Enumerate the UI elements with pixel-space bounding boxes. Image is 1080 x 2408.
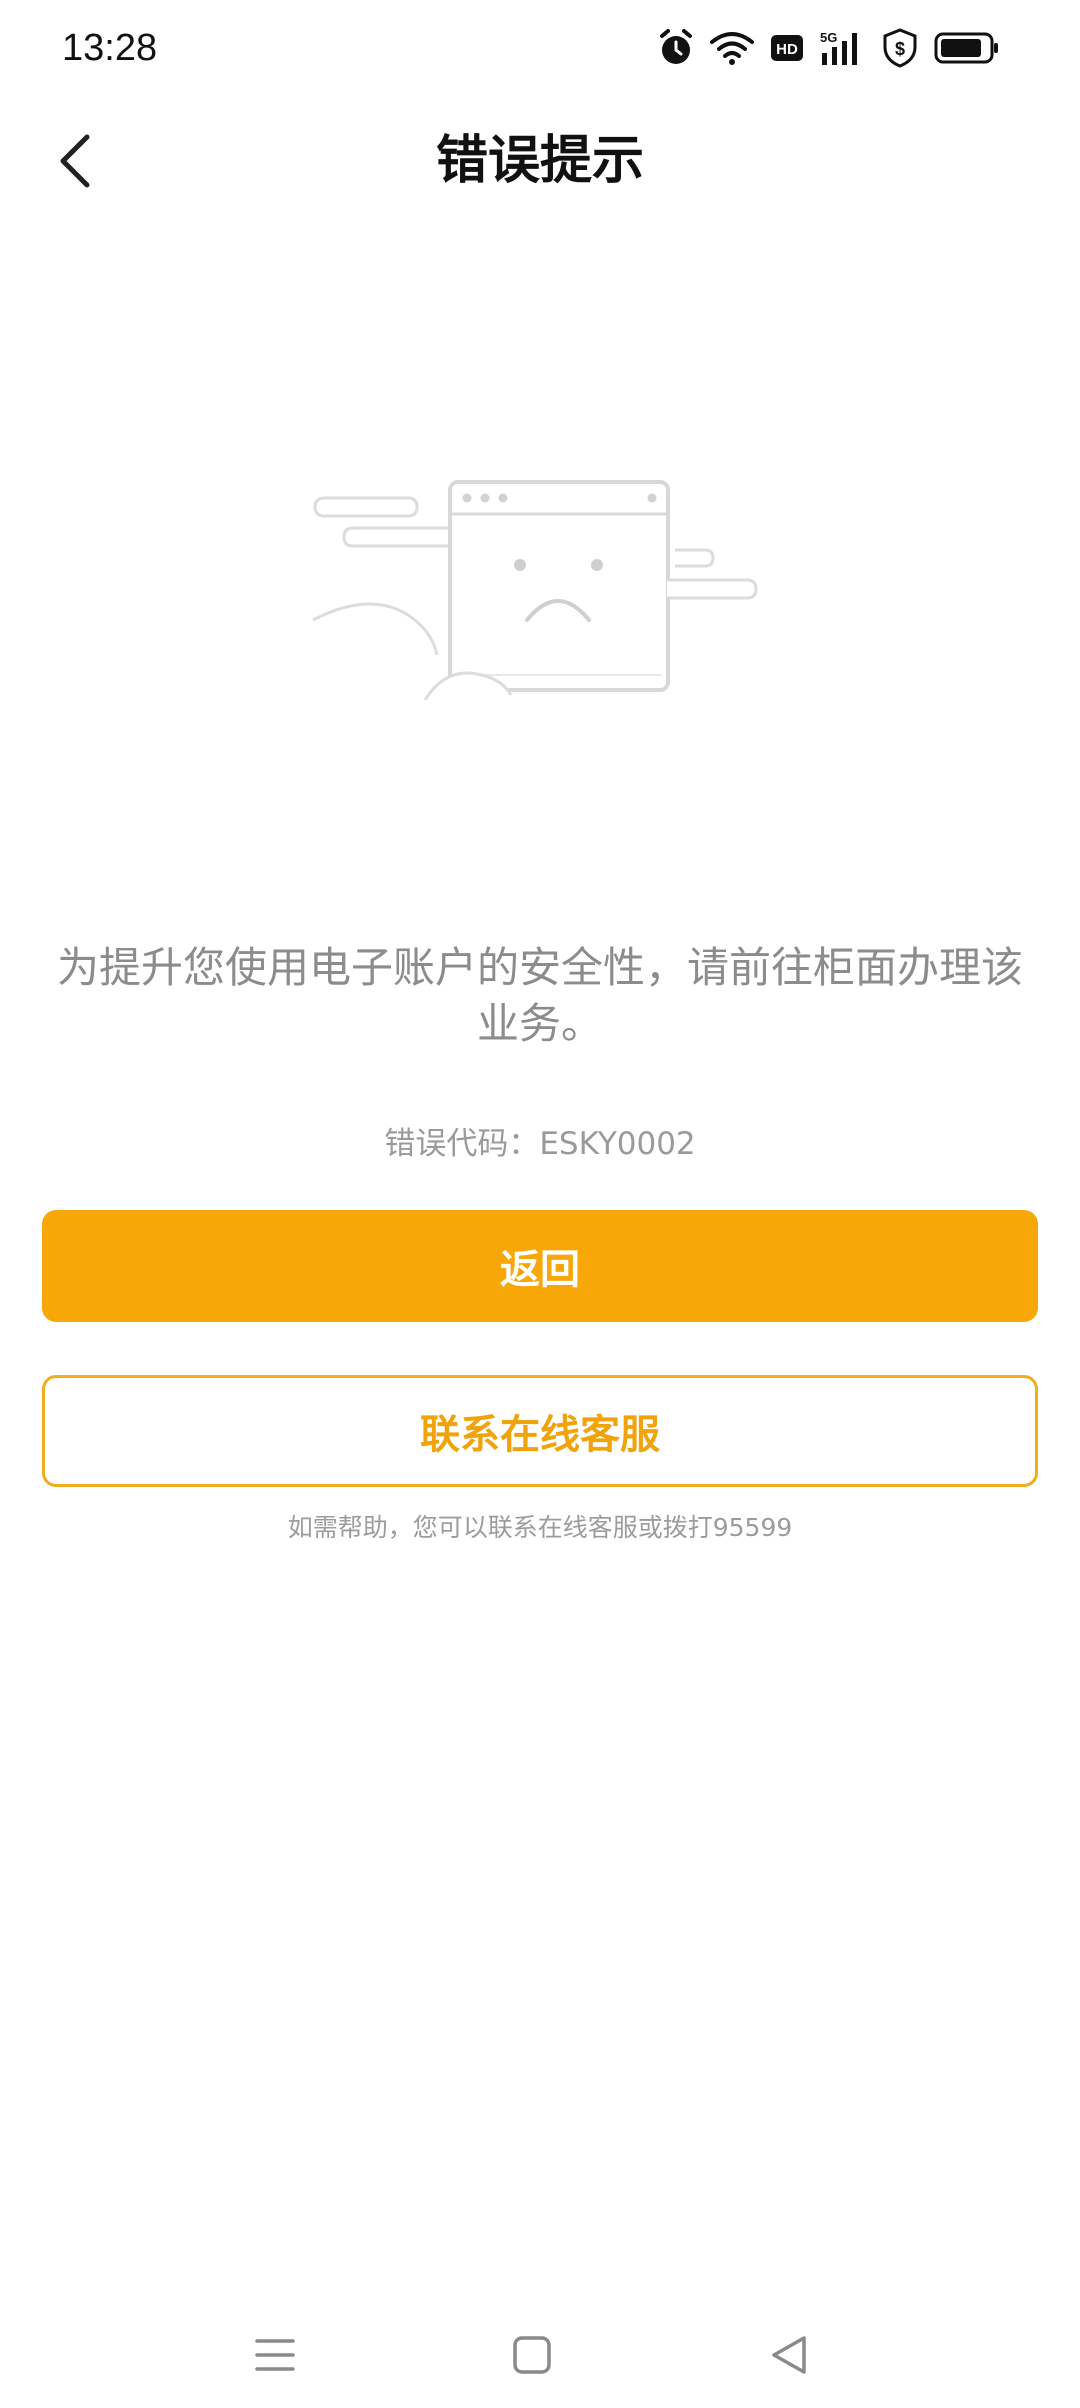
sad-browser-window-icon bbox=[305, 470, 765, 701]
status-time: 13:28 bbox=[62, 27, 158, 69]
back-triangle-icon bbox=[772, 2336, 806, 2374]
status-icons: HD 5G $ bbox=[658, 28, 1000, 68]
hd-label: HD bbox=[776, 41, 798, 58]
system-nav-bar bbox=[0, 2300, 1080, 2408]
alarm-icon bbox=[658, 29, 694, 67]
menu-icon bbox=[255, 2339, 295, 2371]
system-back-button[interactable] bbox=[754, 2320, 824, 2390]
error-message: 为提升您使用电子账户的安全性，请前往柜面办理该业务。 bbox=[56, 943, 1023, 1048]
nav-bar: 错误提示 bbox=[0, 96, 1080, 226]
5g-signal-icon: 5G bbox=[820, 29, 866, 67]
home-button[interactable] bbox=[497, 2320, 567, 2390]
wifi-icon bbox=[710, 30, 754, 66]
error-code-value: ESKY0002 bbox=[539, 1126, 696, 1162]
status-bar: 13:28 HD 5G $ bbox=[0, 0, 1080, 96]
hd-icon: HD bbox=[770, 33, 804, 63]
home-icon bbox=[513, 2336, 551, 2374]
battery-icon bbox=[934, 31, 1000, 65]
back-to-previous-button[interactable]: 返回 bbox=[42, 1210, 1038, 1322]
network-label: 5G bbox=[820, 30, 837, 45]
error-code: 错误代码：ESKY0002 bbox=[0, 1122, 1080, 1166]
contact-online-service-button[interactable]: 联系在线客服 bbox=[42, 1375, 1038, 1487]
shield-dollar-icon: $ bbox=[882, 28, 918, 68]
error-code-label: 错误代码： bbox=[384, 1126, 540, 1162]
help-text: 如需帮助，您可以联系在线客服或拨打95599 bbox=[287, 1513, 793, 1542]
menu-button[interactable] bbox=[240, 2320, 310, 2390]
page-title: 错误提示 bbox=[435, 131, 644, 191]
svg-text:$: $ bbox=[895, 39, 905, 59]
